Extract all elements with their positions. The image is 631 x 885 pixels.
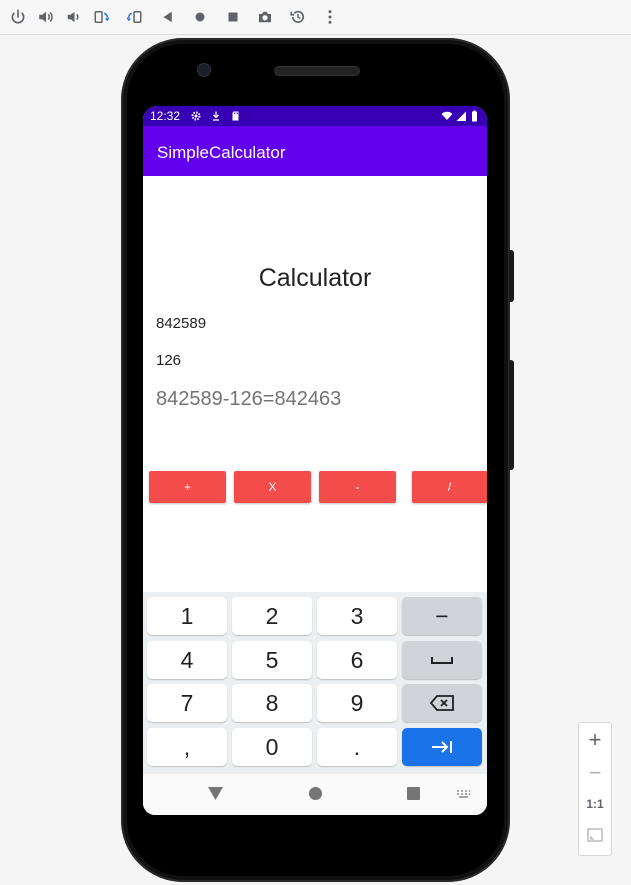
key-minus[interactable]: −: [402, 597, 482, 635]
volume-down-icon[interactable]: [63, 7, 83, 27]
download-icon: [213, 111, 219, 121]
key-comma[interactable]: ,: [147, 728, 227, 766]
nav-recents-icon[interactable]: [407, 787, 420, 800]
key-space[interactable]: [402, 641, 482, 679]
zoom-panel: + − 1:1: [578, 722, 612, 856]
calculator-heading: Calculator: [258, 264, 372, 292]
more-icon[interactable]: [320, 7, 340, 27]
sd-card-icon: [232, 111, 239, 121]
result-text: 842589-126=842463: [156, 388, 342, 410]
key-5[interactable]: 5: [232, 641, 312, 679]
status-bar: 12:32: [143, 106, 487, 126]
key-2[interactable]: 2: [232, 597, 312, 635]
status-time: 12:32: [150, 109, 181, 123]
back-icon[interactable]: [158, 7, 178, 27]
fit-screen-icon[interactable]: [587, 827, 603, 843]
overview-icon[interactable]: [223, 7, 243, 27]
first-number-input[interactable]: 842589: [156, 315, 206, 332]
divide-button[interactable]: /: [412, 471, 487, 503]
power-icon[interactable]: [8, 7, 28, 27]
battery-icon: [472, 110, 477, 122]
key-6[interactable]: 6: [317, 641, 397, 679]
zoom-out-button[interactable]: −: [579, 760, 611, 786]
rotate-right-icon[interactable]: [124, 7, 144, 27]
numeric-keyboard: 1 2 3 − 4 5 6 7 8 9 , 0 .: [143, 592, 487, 774]
key-4[interactable]: 4: [147, 641, 227, 679]
add-button[interactable]: +: [149, 471, 226, 503]
earpiece-speaker: [274, 66, 360, 76]
nav-home-icon[interactable]: [309, 787, 322, 800]
actual-size-button[interactable]: 1:1: [579, 797, 611, 811]
subtract-button[interactable]: -: [319, 471, 396, 503]
zoom-in-button[interactable]: +: [579, 727, 611, 753]
app-bar: SimpleCalculator: [143, 126, 487, 176]
phone-power-button: [509, 250, 514, 302]
camera-icon[interactable]: [255, 7, 275, 27]
front-camera: [197, 63, 211, 77]
nav-back-icon[interactable]: [208, 787, 223, 800]
backspace-icon: [429, 695, 454, 711]
settings-icon: [191, 111, 201, 121]
signal-icon: [456, 111, 466, 121]
tab-next-icon: [432, 741, 452, 753]
navigation-bar: [143, 774, 487, 815]
calculator-content: Calculator 842589 126 842589-126=842463 …: [143, 176, 487, 592]
key-0[interactable]: 0: [232, 728, 312, 766]
phone-volume-button: [509, 360, 514, 470]
app-title: SimpleCalculator: [157, 143, 286, 162]
wifi-icon: [441, 111, 453, 120]
emulator-toolbar: [0, 0, 631, 35]
snapshot-icon[interactable]: [288, 7, 308, 27]
key-9[interactable]: 9: [317, 684, 397, 722]
multiply-button[interactable]: X: [234, 471, 311, 503]
device-screen: 12:32 SimpleCalculator Calculator 842589…: [143, 106, 487, 815]
home-icon[interactable]: [190, 7, 210, 27]
keyboard-switch-icon[interactable]: [456, 790, 471, 799]
second-number-input[interactable]: 126: [156, 352, 181, 369]
key-backspace[interactable]: [402, 684, 482, 722]
key-8[interactable]: 8: [232, 684, 312, 722]
key-period[interactable]: .: [317, 728, 397, 766]
key-3[interactable]: 3: [317, 597, 397, 635]
space-bar-icon: [431, 657, 453, 664]
key-next[interactable]: [402, 728, 482, 766]
volume-up-icon[interactable]: [36, 7, 56, 27]
key-1[interactable]: 1: [147, 597, 227, 635]
key-7[interactable]: 7: [147, 684, 227, 722]
rotate-left-icon[interactable]: [92, 7, 112, 27]
